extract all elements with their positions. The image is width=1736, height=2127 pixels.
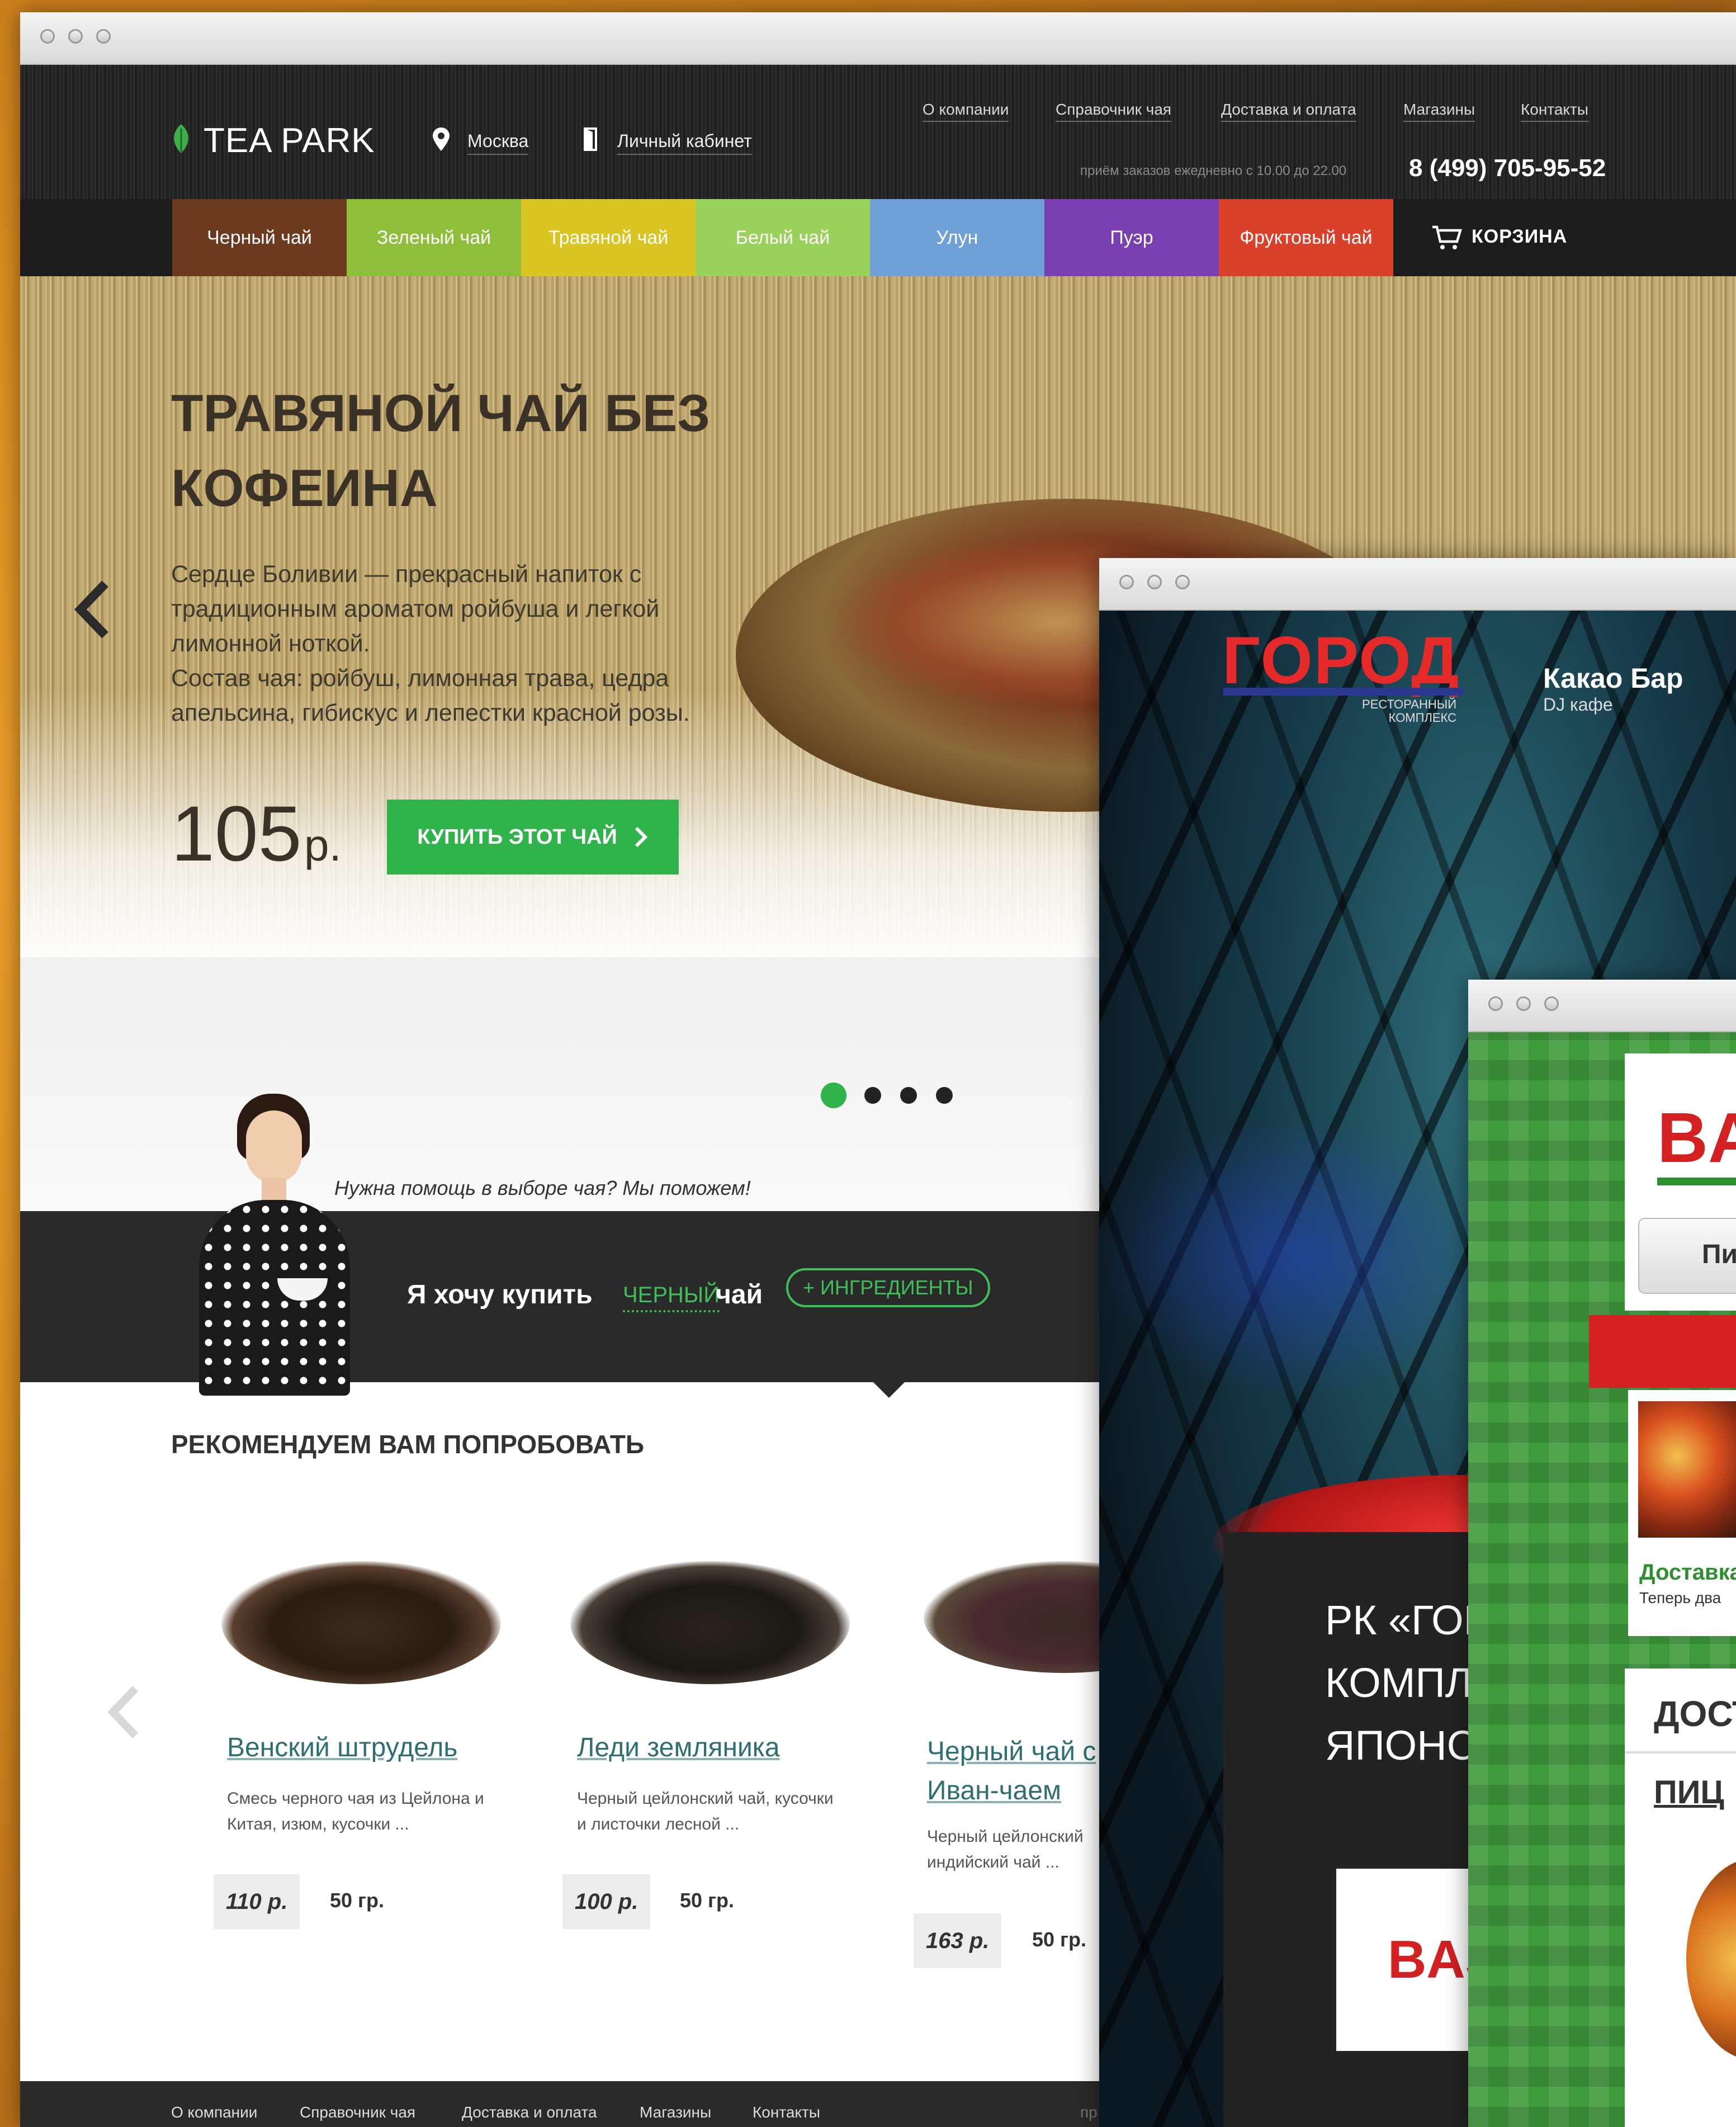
slider-dot[interactable] [900, 1087, 917, 1104]
category-fruit-tea[interactable]: Фруктовый чай [1219, 199, 1393, 276]
order-hours: приём заказов ежедневно с 10.00 до 22.00 [1080, 163, 1347, 178]
gorod-logo-bar [1223, 688, 1464, 696]
delivery-subtitle: Теперь два [1639, 1589, 1721, 1606]
pizza-red-ribbon [1589, 1315, 1736, 1388]
window-titlebar [1468, 980, 1736, 1032]
hero-price: 105 р. [171, 790, 342, 877]
want-to-buy-suffix: чай [716, 1280, 763, 1310]
window-minimize-button[interactable] [1147, 575, 1162, 589]
slider-dot[interactable] [864, 1087, 881, 1104]
window-zoom-button[interactable] [1175, 575, 1190, 589]
pizza-logo-underline [1657, 1178, 1736, 1185]
category-herbal-tea[interactable]: Травяной чай [521, 199, 696, 276]
window-titlebar [1099, 558, 1736, 611]
venue-subtitle: DJ кафе [1543, 694, 1613, 715]
phone-number[interactable]: 8 (499) 705-95-52 [1409, 154, 1606, 182]
site-logo[interactable]: TEA PARK [204, 121, 375, 160]
nav-link-tea-guide[interactable]: Справочник чая [1056, 101, 1172, 122]
product-description: Черный цейлонский индийский чай ... [927, 1827, 1084, 1871]
pizza-window: BA Пи Доставка Теперь два ДОСТ ПИЦ [1468, 980, 1736, 2127]
assistant-illustration [177, 1094, 378, 1396]
pizza-logo[interactable]: BA [1657, 1097, 1736, 1178]
product-price: 100 р. [562, 1874, 651, 1929]
door-icon [584, 127, 597, 151]
category-green-tea[interactable]: Зеленый чай [347, 199, 521, 276]
nav-link-shops[interactable]: Магазины [1403, 101, 1475, 122]
category-puer[interactable]: Пуэр [1044, 199, 1219, 276]
gorod-blue-glow [1099, 1117, 1491, 1397]
location-pin-icon [433, 127, 450, 151]
pizza-menu-button-label: Пи [1702, 1240, 1736, 1269]
buy-tea-button[interactable]: КУПИТЬ ЭТОТ ЧАЙ [387, 800, 679, 875]
product-image [221, 1561, 501, 1684]
hero-prev-arrow-icon[interactable] [69, 579, 114, 641]
product-description: Смесь черного чая из Цейлона и Китая, из… [227, 1789, 484, 1833]
want-to-buy-prefix: Я хочу купить [407, 1280, 593, 1310]
footer-link-about[interactable]: О компании [171, 2104, 257, 2121]
window-titlebar [20, 12, 1736, 65]
product-image [570, 1561, 850, 1684]
window-close-button[interactable] [40, 29, 55, 44]
product-description: Черный цейлонский чай, кусочки и листочк… [577, 1789, 834, 1833]
product-weight: 50 гр. [1032, 1928, 1087, 1951]
site-header: TEA PARK Москва Личный кабинет О компани… [20, 65, 1736, 199]
pizza-section-card: ДОСТ ПИЦ [1625, 1668, 1736, 2127]
slider-dot[interactable] [936, 1087, 953, 1104]
nav-link-contacts[interactable]: Контакты [1521, 101, 1588, 122]
personal-cabinet-link[interactable]: Личный кабинет [617, 131, 752, 155]
pizza-header-card: BA Пи [1625, 1053, 1736, 1311]
nav-link-delivery[interactable]: Доставка и оплата [1221, 101, 1356, 122]
footer-link-shops[interactable]: Магазины [640, 2104, 711, 2121]
footer-link-tea-guide[interactable]: Справочник чая [300, 2104, 415, 2121]
window-zoom-button[interactable] [96, 29, 111, 44]
window-minimize-button[interactable] [68, 29, 83, 44]
product-weight: 50 гр. [330, 1889, 385, 1912]
city-selector[interactable]: Москва [467, 131, 529, 155]
venue-title[interactable]: Какао Бар [1543, 662, 1683, 694]
nav-link-about[interactable]: О компании [923, 101, 1009, 122]
product-name[interactable]: Венский штрудель [227, 1732, 457, 1763]
pizza-photo [1638, 1401, 1736, 1538]
footer-extra-text: пр [1080, 2104, 1098, 2121]
window-close-button[interactable] [1488, 996, 1503, 1011]
cart-button[interactable]: КОРЗИНА [1472, 226, 1567, 248]
product-name[interactable]: Леди земляника [577, 1732, 780, 1763]
footer-link-contacts[interactable]: Контакты [753, 2104, 820, 2121]
window-minimize-button[interactable] [1516, 996, 1531, 1011]
cart-icon [1432, 225, 1462, 249]
tea-type-selector[interactable]: ЧЕРНЫЙ [623, 1283, 720, 1312]
product-price: 110 р. [214, 1874, 300, 1929]
pizza-photo [1686, 1859, 1736, 2060]
product-price: 163 р. [914, 1913, 1002, 1968]
leaf-icon [174, 124, 188, 153]
section-title: ДОСТ [1654, 1694, 1736, 1734]
category-black-tea[interactable]: Черный чай [172, 199, 347, 276]
category-nav: Черный чай Зеленый чай Травяной чай Белы… [20, 199, 1736, 276]
caret-down-icon [872, 1381, 906, 1398]
slider-dot-active[interactable] [821, 1083, 846, 1108]
assistant-face [246, 1110, 302, 1183]
ingredients-button[interactable]: + ИНГРЕДИЕНТЫ [786, 1268, 990, 1307]
assistant-dress [199, 1200, 350, 1396]
category-white-tea[interactable]: Белый чай [696, 199, 870, 276]
section-divider [1625, 1751, 1736, 1753]
hero-title: ТРАВЯНОЙ ЧАЙ БЕЗ КОФЕИНА [171, 384, 711, 517]
window-close-button[interactable] [1119, 575, 1134, 589]
carousel-prev-arrow-icon[interactable] [102, 1684, 144, 1740]
footer-link-delivery[interactable]: Доставка и оплата [462, 2104, 597, 2121]
pizza-delivery-card[interactable]: Доставка Теперь два [1628, 1390, 1736, 1636]
product-weight: 50 гр. [680, 1889, 735, 1912]
product-name[interactable]: Черный чай с Иван-чаем [927, 1732, 1096, 1811]
delivery-title: Доставка [1639, 1560, 1736, 1585]
section-subtitle[interactable]: ПИЦ [1654, 1774, 1724, 1811]
pizza-menu-button[interactable]: Пи [1638, 1218, 1736, 1294]
help-text: Нужна помощь в выборе чая? Мы поможем! [334, 1176, 751, 1199]
chevron-right-icon [635, 826, 648, 848]
recommend-title: РЕКОМЕНДУЕМ ВАМ ПОПРОБОВАТЬ [171, 1430, 645, 1459]
hero-description: Сердце Боливии — прекрасный напиток с тр… [171, 561, 690, 726]
category-oolong[interactable]: Улун [870, 199, 1044, 276]
window-zoom-button[interactable] [1544, 996, 1559, 1011]
gorod-logo-subtitle: РЕСТОРАННЫЙ КОМПЛЕКС [1362, 697, 1457, 725]
